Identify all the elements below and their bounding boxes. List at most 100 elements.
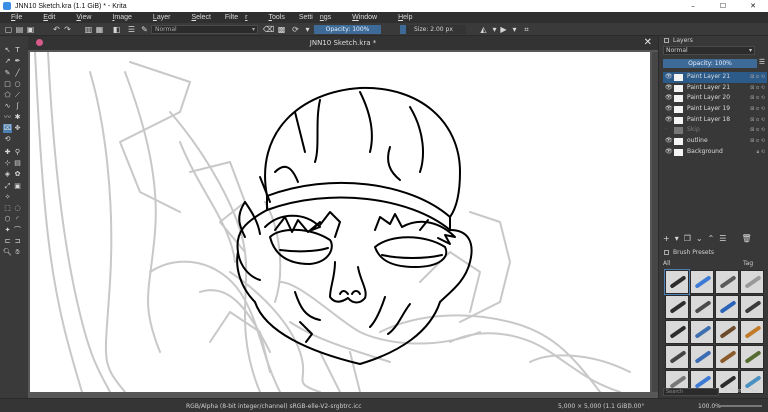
layer-flags-icons[interactable]: ⊠ α ⟲ bbox=[750, 93, 765, 104]
rectangle-tool-icon[interactable]: □ bbox=[3, 80, 12, 89]
menu-item-1[interactable]: Edit bbox=[36, 14, 62, 21]
brush-preset-tile[interactable] bbox=[740, 295, 764, 319]
brush-preset-tile[interactable] bbox=[715, 320, 739, 344]
add-layer-icon[interactable]: + bbox=[663, 234, 670, 243]
reference-images-tool-icon[interactable]: ▣ bbox=[13, 182, 22, 191]
multibrush-tool-icon[interactable]: ✱ bbox=[13, 113, 22, 122]
brush-preset-tile[interactable] bbox=[740, 320, 764, 344]
contiguous-selection-tool-icon[interactable]: ✧ bbox=[3, 193, 12, 202]
ellipse-tool-icon[interactable]: ○ bbox=[13, 80, 22, 89]
menu-item-8[interactable]: Setti ngs bbox=[299, 14, 338, 21]
brush-preset-tile[interactable] bbox=[664, 269, 690, 295]
visibility-eye-icon[interactable]: 👁︎ bbox=[665, 83, 673, 94]
layer-blending-mode-select[interactable]: Normal ▾ bbox=[663, 46, 755, 55]
layer-row[interactable]: 👁︎ Background 🔒︎ ⟲ bbox=[663, 147, 767, 158]
menu-item-9[interactable]: Window bbox=[345, 14, 384, 21]
visibility-eye-icon[interactable]: 👁︎ bbox=[665, 104, 673, 115]
document-tab[interactable]: JNN10 Sketch.kra * ✕ bbox=[28, 36, 658, 50]
edit-brush-settings-icon[interactable]: ☰ bbox=[127, 25, 136, 34]
bezier-selection-tool-icon[interactable]: ⌒ bbox=[13, 226, 22, 235]
text-tool-icon[interactable]: T bbox=[13, 46, 22, 55]
hidden-eye-icon[interactable]: · bbox=[665, 125, 667, 136]
visibility-eye-icon[interactable]: 👁︎ bbox=[665, 115, 673, 126]
layer-row[interactable]: 👁︎ outline ⊠ α ⟲ bbox=[663, 136, 767, 147]
similar-color-selection-tool-icon[interactable]: ✦ bbox=[3, 226, 12, 235]
brush-preset-tile[interactable] bbox=[665, 345, 689, 369]
drawing-canvas[interactable] bbox=[30, 52, 650, 392]
maximize-button[interactable]: ☐ bbox=[708, 0, 738, 12]
layer-flags-icons[interactable]: ⊠ α ⟲ bbox=[750, 115, 765, 126]
brush-preset-tile[interactable] bbox=[715, 270, 739, 294]
layer-lock-icon[interactable]: 🔒︎ ⟲ bbox=[757, 147, 765, 158]
new-document-icon[interactable]: ▢ bbox=[4, 25, 13, 34]
mirror-vertical-dropdown-icon[interactable]: ▾ bbox=[510, 25, 519, 34]
menu-item-5[interactable]: Select bbox=[184, 14, 217, 21]
calligraphy-tool-icon[interactable]: ✒ bbox=[13, 57, 22, 66]
menu-item-0[interactable]: File bbox=[4, 14, 29, 21]
brush-preset-tile[interactable] bbox=[715, 345, 739, 369]
save-document-icon[interactable]: ▣ bbox=[26, 25, 35, 34]
close-document-icon[interactable]: ✕ bbox=[644, 37, 652, 48]
foreground-background-color-icon[interactable]: ◧ bbox=[112, 25, 121, 34]
transform-tool-icon[interactable]: ⟲ bbox=[3, 135, 12, 144]
layer-flags-icons[interactable]: ⊠ α ⟲ bbox=[750, 72, 765, 83]
layer-flags-icons[interactable]: ⊠ α ⟲ bbox=[750, 125, 765, 136]
visibility-eye-icon[interactable]: 👁︎ bbox=[665, 147, 673, 158]
brush-tag-all-select[interactable]: All bbox=[663, 260, 670, 267]
pan-tool-icon[interactable]: ✋︎ bbox=[13, 248, 22, 257]
gradient-tool-icon[interactable]: ▤ bbox=[13, 159, 22, 168]
dynamic-brush-tool-icon[interactable]: 〰 bbox=[3, 113, 12, 122]
brush-preset-tile[interactable] bbox=[690, 345, 714, 369]
zoom-slider[interactable] bbox=[718, 405, 762, 407]
brush-preset-tile[interactable] bbox=[665, 320, 689, 344]
measure-tool-icon[interactable]: ⤢ bbox=[3, 182, 12, 191]
layer-row[interactable]: · Skip ⊠ α ⟲ bbox=[663, 125, 767, 136]
brush-search-input[interactable]: Search bbox=[663, 388, 719, 396]
menu-item-4[interactable]: Layer bbox=[146, 14, 178, 21]
layer-row[interactable]: 👁︎ Paint Layer 21 ⊠ α ⟲ bbox=[663, 72, 767, 83]
close-window-button[interactable]: ✕ bbox=[738, 0, 768, 12]
layer-row[interactable]: 👁︎ Paint Layer 18 ⊠ α ⟲ bbox=[663, 115, 767, 126]
redo-icon[interactable]: ↷ bbox=[63, 25, 72, 34]
preserve-alpha-icon[interactable]: ▩ bbox=[277, 25, 286, 34]
assistant-tool-icon[interactable]: ⊹ bbox=[3, 159, 12, 168]
brush-preset-tile[interactable] bbox=[715, 295, 739, 319]
layer-opacity-slider[interactable]: Opacity: 100% bbox=[663, 59, 757, 68]
brush-preset-tile[interactable] bbox=[690, 270, 714, 294]
freehand-selection-tool-icon[interactable]: ◜ bbox=[13, 215, 22, 224]
select-shapes-tool-icon[interactable]: ↖ bbox=[3, 46, 12, 55]
menu-item-6[interactable]: Filte r bbox=[225, 14, 255, 21]
brush-preset-tile[interactable] bbox=[740, 270, 764, 294]
layer-flags-icons[interactable]: ⊠ α ⟲ bbox=[750, 83, 765, 94]
reload-preset-icon[interactable]: ⟳ bbox=[291, 25, 300, 34]
eraser-mode-icon[interactable]: ⌫ bbox=[263, 25, 274, 34]
rotation-readout[interactable]: 0.00° bbox=[628, 403, 644, 410]
mirror-horizontal-icon[interactable]: ◭ bbox=[479, 25, 488, 34]
visibility-eye-icon[interactable]: 👁︎ bbox=[665, 72, 673, 83]
blending-mode-select[interactable]: Normal ▾ bbox=[151, 25, 258, 34]
gradient-icon[interactable]: ▥ bbox=[84, 25, 93, 34]
add-layer-dropdown-icon[interactable]: ▾ bbox=[675, 234, 679, 243]
filter-in-tag-checkbox[interactable]: ☑ Filter in Tag bbox=[723, 388, 758, 394]
pattern-icon[interactable]: ▦ bbox=[95, 25, 104, 34]
layer-flags-icons[interactable]: ⊠ α ⟲ bbox=[750, 104, 765, 115]
rectangular-selection-tool-icon[interactable]: ⬚ bbox=[3, 204, 12, 213]
duplicate-layer-icon[interactable]: ❐ bbox=[684, 234, 691, 243]
smart-patch-tool-icon[interactable]: ✚ bbox=[3, 148, 12, 157]
polygonal-selection-tool-icon[interactable]: ⬡ bbox=[3, 215, 12, 224]
minimize-button[interactable]: – bbox=[678, 0, 708, 12]
opacity-slider[interactable]: Opacity: 100% bbox=[314, 25, 381, 34]
brush-preset-icon[interactable]: ✎ bbox=[140, 25, 149, 34]
freehand-path-tool-icon[interactable]: ʃ bbox=[13, 102, 22, 111]
layer-row[interactable]: 👁︎ Paint Layer 19 ⊠ α ⟲ bbox=[663, 104, 767, 115]
crop-tool-icon[interactable]: ⌧ bbox=[3, 124, 12, 133]
brush-preset-tile[interactable] bbox=[690, 320, 714, 344]
layer-row[interactable]: 👁︎ Paint Layer 20 ⊠ α ⟲ bbox=[663, 93, 767, 104]
mirror-dropdown-icon[interactable]: ▾ bbox=[490, 25, 499, 34]
brush-preset-tile[interactable] bbox=[690, 295, 714, 319]
zoom-tool-icon[interactable]: 🔍︎ bbox=[3, 248, 12, 257]
move-tool-icon[interactable]: ✥ bbox=[13, 124, 22, 133]
elliptical-selection-tool-icon[interactable]: ◌ bbox=[13, 204, 22, 213]
layer-properties-icon[interactable]: ☰ bbox=[719, 234, 726, 243]
visibility-eye-icon[interactable]: 👁︎ bbox=[665, 93, 673, 104]
